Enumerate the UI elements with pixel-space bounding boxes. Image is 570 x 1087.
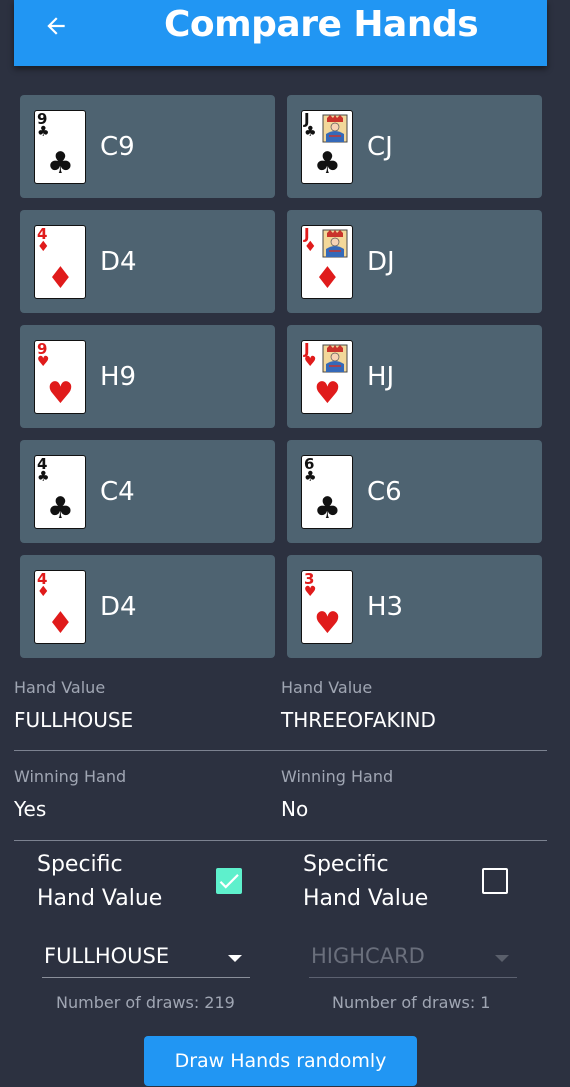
- card-code: D4: [100, 591, 137, 622]
- dropdown-value: HIGHCARD: [311, 944, 425, 968]
- arrow-left-icon: [47, 17, 65, 35]
- cards-grid: 9 ♣ ♣ C9 J ♣ ♣ CJ 4 ♦ ♦ D4 J ♦ ♦ DJ 9 ♥ …: [20, 95, 542, 658]
- card-tile-hand2-2[interactable]: J ♦ ♦ DJ: [287, 210, 542, 313]
- card-code: D4: [100, 246, 137, 277]
- card-tile-hand2-4[interactable]: 6 ♣ ♣ C6: [287, 440, 542, 543]
- club-icon: ♣: [304, 468, 317, 485]
- specific-hand-value-checkbox-2[interactable]: [482, 868, 508, 894]
- playing-card: J ♣ ♣: [301, 109, 353, 184]
- heart-icon: ♥: [304, 583, 317, 600]
- app-bar: Compare Hands: [14, 0, 547, 66]
- card-tile-hand2-5[interactable]: 3 ♥ ♥ H3: [287, 555, 542, 658]
- diamond-icon: ♦: [304, 238, 317, 255]
- winning-hand-1: Yes: [14, 797, 47, 821]
- card-code: C6: [367, 476, 402, 507]
- diamond-icon: ♦: [47, 605, 74, 641]
- playing-card: 4 ♦ ♦: [34, 224, 86, 299]
- club-icon: ♣: [37, 468, 50, 485]
- card-code: HJ: [367, 361, 395, 392]
- specific-hand-value-label-2: Specific Hand Value: [303, 852, 429, 911]
- specific-hand-value-checkbox-1[interactable]: [216, 868, 242, 894]
- heart-icon: ♥: [314, 605, 341, 641]
- playing-card: 9 ♣ ♣: [34, 109, 86, 184]
- playing-card: J ♦ ♦: [301, 224, 353, 299]
- diamond-icon: ♦: [37, 238, 50, 255]
- card-tile-hand1-4[interactable]: 4 ♣ ♣ C4: [20, 440, 275, 543]
- card-code: H3: [367, 591, 404, 622]
- card-tile-hand2-3[interactable]: J ♥ ♥ HJ: [287, 325, 542, 428]
- winning-hand-label-2: Winning Hand: [281, 767, 394, 786]
- jack-face-icon: [322, 344, 348, 372]
- draw-count-2: Number of draws: 1: [332, 993, 491, 1012]
- hand-value-label-1: Hand Value: [14, 678, 106, 697]
- dropdown-arrow-icon: [495, 955, 509, 962]
- heart-icon: ♥: [314, 375, 341, 411]
- heart-icon: ♥: [304, 353, 317, 370]
- draw-hands-randomly-button[interactable]: Draw Hands randomly: [144, 1036, 417, 1086]
- club-icon: ♣: [47, 145, 74, 181]
- card-tile-hand1-3[interactable]: 9 ♥ ♥ H9: [20, 325, 275, 428]
- check-icon: [219, 874, 239, 889]
- card-code: CJ: [367, 131, 393, 162]
- back-button[interactable]: [38, 8, 74, 44]
- club-icon: ♣: [37, 123, 50, 140]
- heart-icon: ♥: [47, 375, 74, 411]
- diamond-icon: ♦: [37, 583, 50, 600]
- playing-card: 9 ♥ ♥: [34, 339, 86, 414]
- playing-card: J ♥ ♥: [301, 339, 353, 414]
- card-code: C9: [100, 131, 135, 162]
- hand-value-1: FULLHOUSE: [14, 708, 134, 732]
- playing-card: 3 ♥ ♥: [301, 569, 353, 644]
- divider: [14, 840, 547, 841]
- card-code: H9: [100, 361, 137, 392]
- page-title: Compare Hands: [164, 4, 479, 45]
- diamond-icon: ♦: [314, 260, 341, 296]
- card-code: C4: [100, 476, 135, 507]
- specific-hand-value-label-1: Specific Hand Value: [37, 852, 163, 911]
- club-icon: ♣: [304, 123, 317, 140]
- card-tile-hand1-2[interactable]: 4 ♦ ♦ D4: [20, 210, 275, 313]
- winning-hand-2: No: [281, 797, 309, 821]
- diamond-icon: ♦: [47, 260, 74, 296]
- hand-value-dropdown-1[interactable]: FULLHOUSE: [42, 938, 250, 978]
- winning-hand-label-1: Winning Hand: [14, 767, 127, 786]
- jack-face-icon: [322, 114, 348, 142]
- club-icon: ♣: [47, 490, 74, 526]
- playing-card: 4 ♣ ♣: [34, 454, 86, 529]
- card-tile-hand1-1[interactable]: 9 ♣ ♣ C9: [20, 95, 275, 198]
- playing-card: 6 ♣ ♣: [301, 454, 353, 529]
- dropdown-value: FULLHOUSE: [44, 944, 170, 968]
- card-tile-hand1-5[interactable]: 4 ♦ ♦ D4: [20, 555, 275, 658]
- hand-value-label-2: Hand Value: [281, 678, 373, 697]
- hand-value-2: THREEOFAKIND: [281, 708, 436, 732]
- club-icon: ♣: [314, 490, 341, 526]
- card-tile-hand2-1[interactable]: J ♣ ♣ CJ: [287, 95, 542, 198]
- hand-value-dropdown-2: HIGHCARD: [309, 938, 517, 978]
- draw-count-1: Number of draws: 219: [56, 993, 235, 1012]
- playing-card: 4 ♦ ♦: [34, 569, 86, 644]
- dropdown-arrow-icon: [228, 955, 242, 962]
- club-icon: ♣: [314, 145, 341, 181]
- jack-face-icon: [322, 229, 348, 257]
- heart-icon: ♥: [37, 353, 50, 370]
- card-code: DJ: [367, 246, 395, 277]
- divider: [14, 750, 547, 751]
